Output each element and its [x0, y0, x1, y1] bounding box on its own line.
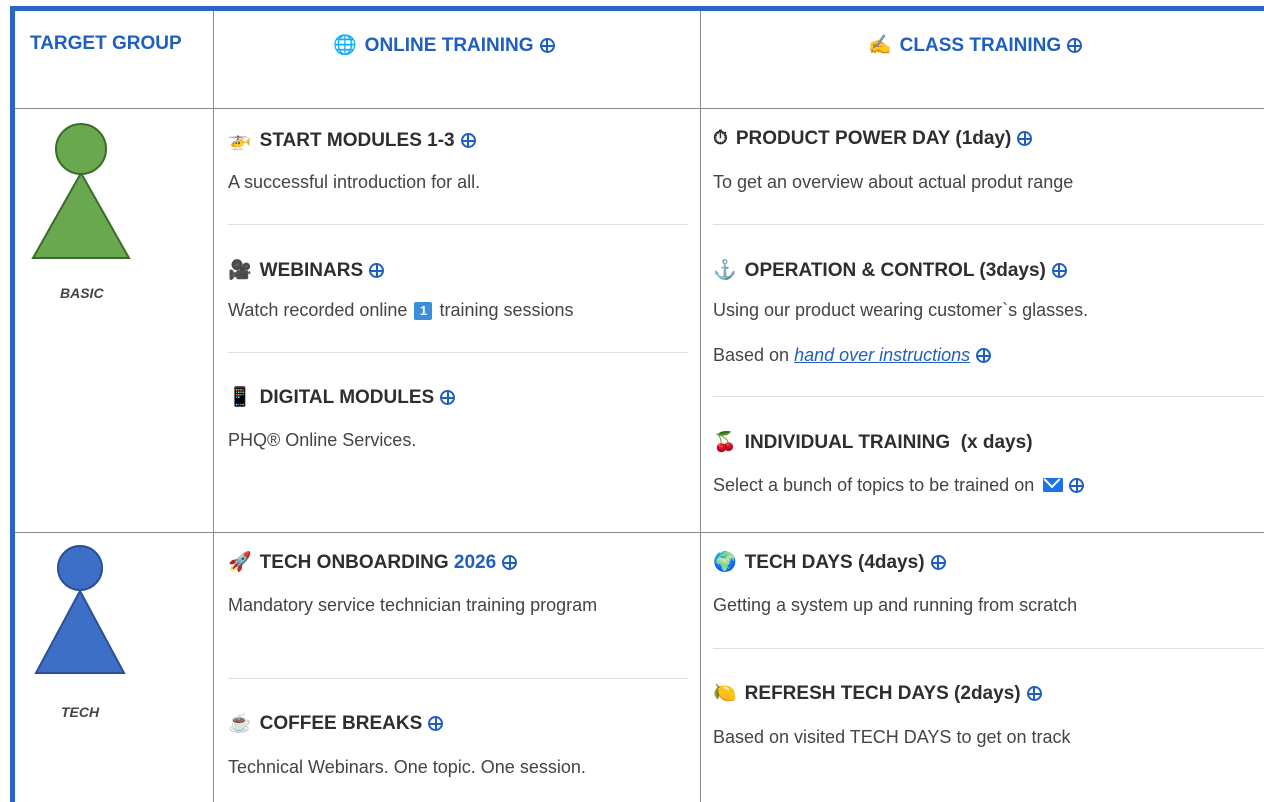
digital-modules-title[interactable]: 📱 DIGITAL MODULES — [228, 385, 456, 409]
start-modules-label: START MODULES 1-3 — [259, 130, 455, 151]
hand-over-instructions-link[interactable]: hand over instructions — [794, 345, 970, 365]
coffee-breaks-label: COFFEE BREAKS — [259, 713, 423, 734]
mail-icon[interactable] — [1043, 478, 1064, 492]
rocket-icon: 🚀 — [228, 552, 252, 573]
globe-icon: 🌍 — [713, 552, 737, 573]
expand-icon[interactable] — [428, 716, 444, 731]
digital-modules-label: DIGITAL MODULES — [259, 387, 435, 408]
individual-training-title[interactable]: 🍒 INDIVIDUAL TRAINING (x days) — [713, 430, 1033, 454]
item-separator — [228, 678, 688, 679]
tech-onboarding-title[interactable]: 🚀 TECH ONBOARDING 2026 — [228, 550, 518, 574]
operation-control-desc2: Based on hand over instructions — [713, 340, 992, 370]
expand-icon[interactable] — [1026, 686, 1042, 701]
based-on-prefix: Based on — [713, 345, 790, 365]
item-separator — [713, 224, 1264, 225]
operation-control-title[interactable]: ⚓ OPERATION & CONTROL (3days) — [713, 258, 1067, 282]
webinars-label: WEBINARS — [259, 260, 364, 281]
item-separator — [713, 396, 1264, 397]
header-online-training[interactable]: 🌐 ONLINE TRAINING — [333, 33, 555, 57]
webinars-title[interactable]: 🎥 WEBINARS — [228, 258, 385, 282]
lemon-icon: 🍋 — [713, 683, 737, 704]
row-divider — [15, 108, 1264, 109]
tech-onboarding-desc: Mandatory service technician training pr… — [228, 595, 598, 615]
anchor-icon: ⚓ — [713, 260, 737, 281]
coffee-icon: ☕ — [228, 713, 252, 734]
webinars-desc: Watch recorded online 1 training session… — [228, 295, 574, 325]
tech-figure-icon — [34, 545, 126, 674]
expand-icon[interactable] — [460, 133, 476, 148]
header-class-training[interactable]: ✍️ CLASS TRAINING — [868, 33, 1083, 57]
mobile-phone-icon: 📱 — [228, 387, 252, 408]
expand-icon[interactable] — [440, 390, 456, 405]
basic-figure-icon — [31, 123, 131, 259]
individual-training-label: INDIVIDUAL TRAINING (x days) — [744, 432, 1033, 453]
webinars-desc-after: training sessions — [439, 300, 574, 320]
refresh-tech-days-desc: Based on visited TECH DAYS to get on tra… — [713, 727, 1071, 747]
webinars-desc-before: Watch recorded online — [228, 300, 408, 320]
expand-icon[interactable] — [1017, 131, 1033, 146]
product-power-day-desc: To get an overview about actual produt r… — [713, 172, 1074, 192]
coffee-breaks-title[interactable]: ☕ COFFEE BREAKS — [228, 711, 444, 735]
expand-icon[interactable] — [369, 263, 385, 278]
product-power-day-title[interactable]: ⏱ PRODUCT POWER DAY (1day) — [713, 128, 1033, 150]
start-modules-title[interactable]: 🚁 START MODULES 1-3 — [228, 128, 476, 152]
cherries-icon: 🍒 — [713, 432, 737, 453]
header-online-training-label: ONLINE TRAINING — [364, 35, 534, 56]
expand-icon[interactable] — [976, 348, 992, 363]
table-top-border — [10, 6, 1264, 11]
tech-onboarding-year: 2026 — [453, 552, 497, 573]
group-label-basic: BASIC — [60, 285, 104, 301]
item-separator — [228, 352, 688, 353]
column-divider — [700, 11, 701, 802]
globe-icon: 🌐 — [333, 35, 357, 56]
header-target-group: TARGET GROUP — [30, 33, 182, 54]
column-divider — [213, 11, 214, 802]
expand-icon[interactable] — [930, 555, 946, 570]
row-divider — [15, 532, 1264, 533]
digital-modules-desc: PHQ® Online Services. — [228, 430, 417, 450]
individual-training-desc-text: Select a bunch of topics to be trained o… — [713, 475, 1035, 495]
product-power-day-label: PRODUCT POWER DAY (1day) — [735, 128, 1012, 149]
expand-icon[interactable] — [539, 38, 555, 53]
tech-days-desc: Getting a system up and running from scr… — [713, 595, 1078, 615]
movie-camera-icon: 🎥 — [228, 260, 252, 281]
item-separator — [713, 648, 1264, 649]
writing-hand-icon: ✍️ — [868, 35, 892, 56]
coffee-breaks-desc: Technical Webinars. One topic. One sessi… — [228, 757, 586, 777]
stopwatch-icon: ⏱ — [713, 128, 728, 149]
refresh-tech-days-title[interactable]: 🍋 REFRESH TECH DAYS (2days) — [713, 681, 1042, 705]
start-modules-desc: A successful introduction for all. — [228, 172, 481, 192]
item-separator — [228, 224, 688, 225]
expand-icon[interactable] — [1067, 38, 1083, 53]
expand-icon[interactable] — [1051, 263, 1067, 278]
refresh-tech-days-label: REFRESH TECH DAYS (2days) — [744, 683, 1021, 704]
operation-control-desc: Using our product wearing customer`s gla… — [713, 300, 1089, 320]
expand-icon[interactable] — [1069, 478, 1085, 493]
operation-control-label: OPERATION & CONTROL (3days) — [744, 260, 1046, 281]
header-class-training-label: CLASS TRAINING — [899, 35, 1062, 56]
individual-training-desc: Select a bunch of topics to be trained o… — [713, 470, 1085, 500]
helicopter-icon: 🚁 — [228, 130, 252, 151]
number-one-badge: 1 — [414, 302, 433, 320]
group-label-tech: TECH — [61, 704, 100, 720]
expand-icon[interactable] — [502, 555, 518, 570]
tech-days-label: TECH DAYS (4days) — [744, 552, 925, 573]
table-left-border — [10, 6, 15, 802]
tech-days-title[interactable]: 🌍 TECH DAYS (4days) — [713, 550, 946, 574]
tech-onboarding-label: TECH ONBOARDING — [259, 552, 449, 573]
